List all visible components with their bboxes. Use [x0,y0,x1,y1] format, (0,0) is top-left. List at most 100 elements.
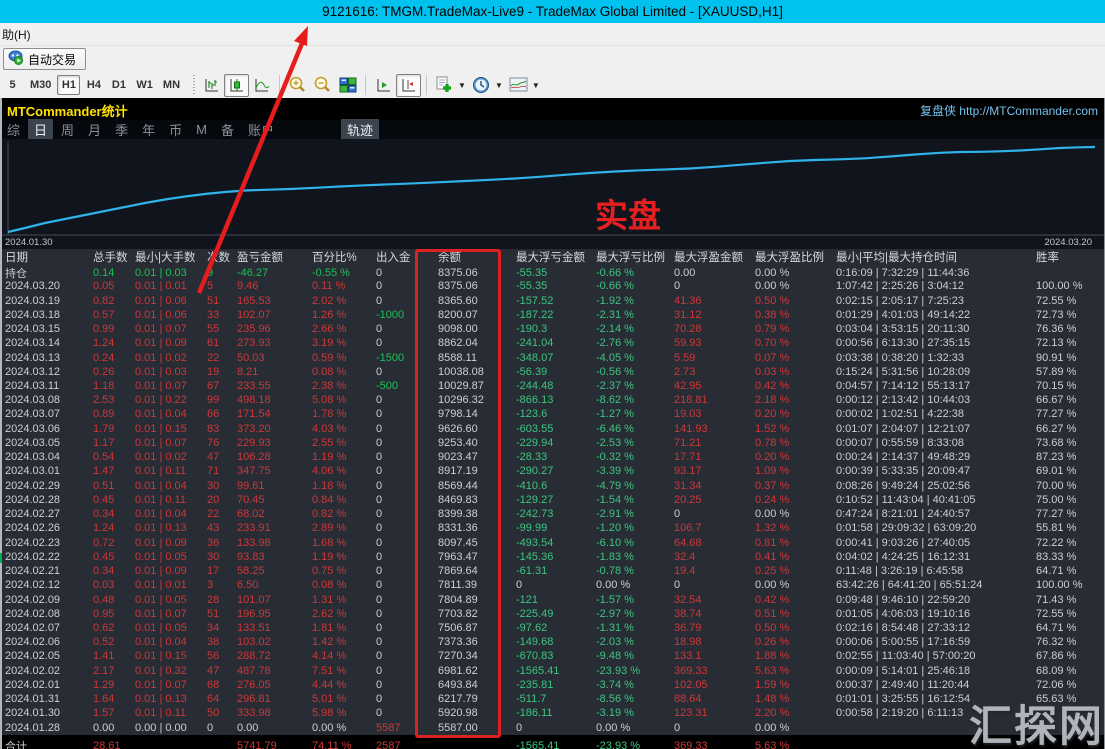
timeframe-button-H1[interactable]: H1 [57,75,80,95]
cell-inout: -1000 [371,309,433,321]
cell-lots: 0.52 [88,636,130,648]
timeframe-button-5[interactable]: 5 [1,75,24,95]
toolbar-grip[interactable] [193,75,195,95]
cell-pnl: 103.02 [232,636,307,648]
panel-tab-5[interactable]: 年 [136,119,161,140]
cell-pnl: 498.18 [232,394,307,406]
cell-win: 72.73 % [1031,309,1105,321]
bar-chart-icon[interactable] [199,74,224,97]
cell-win: 72.55 % [1031,608,1105,620]
chart-shift-icon[interactable] [396,74,421,97]
cell-minmax: 0.01 | 0.07 [130,679,202,691]
auto-scroll-icon[interactable] [371,74,396,97]
cell-fpp: 0.00 % [750,722,831,734]
table-row: 2024.03.040.540.01 | 0.0247106.281.19 %0… [0,450,1105,464]
cell-win: 67.86 % [1031,650,1105,662]
cell-hold: 0:03:04 | 3:53:15 | 20:11:30 [831,323,1031,335]
cell-date: 2024.03.20 [0,280,88,292]
panel-tab-8[interactable]: 备 [215,119,240,140]
toolbar-separator [365,75,366,95]
cell-minmax: 0.01 | 0.03 [130,267,202,279]
panel-tab-4[interactable]: 季 [109,119,134,140]
cell-pct: 2.62 % [307,608,371,620]
cell-balance: 6493.84 [433,679,511,691]
timeframe-button-W1[interactable]: W1 [132,75,157,95]
cell-hold: 0:09:48 | 9:46:10 | 22:59:20 [831,594,1031,606]
templates-dropdown-icon[interactable]: ▼ [532,81,540,90]
column-header: 最大浮亏比例 [591,249,669,265]
cell-flp: -1.31 % [591,622,669,634]
periods-dropdown-icon[interactable]: ▼ [495,81,503,90]
cell-fl: -129.27 [511,494,591,506]
timeframe-button-D1[interactable]: D1 [107,75,130,95]
cell-lots: 0.05 [88,280,130,292]
panel-link[interactable]: 复盘侠 http://MTCommander.com [920,102,1098,119]
cell-fp: 0 [669,508,750,520]
cell-pct: 0.75 % [307,565,371,577]
cell-date: 2024.03.14 [0,337,88,349]
cell-count: 51 [202,295,232,307]
cell-count: 22 [202,508,232,520]
cell-fp: 19.03 [669,408,750,420]
cell-date: 2024.02.21 [0,565,88,577]
table-row: 2024.02.051.410.01 | 0.1556288.724.14 %0… [0,649,1105,663]
cell-date: 2024.02.05 [0,650,88,662]
cell-minmax: 0.01 | 0.06 [130,295,202,307]
timeframe-button-MN[interactable]: MN [159,75,184,95]
templates-icon[interactable] [506,74,531,97]
panel-tab-1[interactable]: 日 [28,119,53,140]
cell-fpp: 5.63 % [750,740,831,749]
cell-balance: 8469.83 [433,494,511,506]
candlestick-icon[interactable] [224,74,249,97]
cell-hold: 0:15:24 | 5:31:56 | 10:28:09 [831,366,1031,378]
menu-help[interactable]: 助(H) [2,26,31,43]
cell-fl: -511.7 [511,693,591,705]
timeframe-button-M30[interactable]: M30 [26,75,55,95]
indicators-dropdown-icon[interactable]: ▼ [458,81,466,90]
panel-tab-2[interactable]: 周 [55,119,80,140]
cell-pct: 4.03 % [307,423,371,435]
panel-tab-6[interactable]: 币 [163,119,188,140]
cell-pct: 2.02 % [307,295,371,307]
cell-balance: 10029.87 [433,380,511,392]
cell-minmax: 0.01 | 0.09 [130,337,202,349]
periods-icon[interactable] [469,74,494,97]
panel-tab-9[interactable]: 账户 [242,119,280,140]
cell-date: 合计 [0,738,88,749]
zoom-in-icon[interactable] [285,74,310,97]
cell-fp: 133.1 [669,650,750,662]
indicators-icon[interactable] [432,74,457,97]
cell-pnl: 5741.79 [232,740,307,749]
cell-fl: -56.39 [511,366,591,378]
cell-hold: 0:00:41 | 9:03:26 | 27:40:05 [831,537,1031,549]
cell-fl: -242.73 [511,508,591,520]
cell-lots: 0.62 [88,622,130,634]
panel-tab-7[interactable]: M [190,121,213,138]
cell-fpp: 0.50 % [750,622,831,634]
cell-fp: 0 [669,722,750,734]
cell-inout: 0 [371,451,433,463]
cell-win: 66.67 % [1031,394,1105,406]
cell-fp: 18.98 [669,636,750,648]
autotrading-button[interactable]: 自动交易 [3,48,86,70]
timeframe-button-H4[interactable]: H4 [82,75,105,95]
panel-tab-3[interactable]: 月 [82,119,107,140]
line-chart-icon[interactable] [249,74,274,97]
cell-hold: 0:04:57 | 7:14:12 | 55:13:17 [831,380,1031,392]
cell-fl: -1565.41 [511,665,591,677]
tile-windows-icon[interactable] [335,74,360,97]
cell-flp: -0.66 % [591,280,669,292]
cell-date: 2024.02.07 [0,622,88,634]
cell-inout: -1500 [371,352,433,364]
panel-tab-0[interactable]: 综 [1,119,26,140]
table-row: 2024.03.111.180.01 | 0.0767233.552.38 %-… [0,379,1105,393]
window-titlebar[interactable]: 9121616: TMGM.TradeMax-Live9 - TradeMax … [0,0,1105,23]
toolbar-separator [279,75,280,95]
table-row: 2024.03.200.050.01 | 0.0159.460.11 %0837… [0,279,1105,293]
cell-hold: 0:00:09 | 5:14:01 | 25:46:18 [831,665,1031,677]
cell-inout: 0 [371,650,433,662]
cell-inout: 0 [371,622,433,634]
cell-flp: -0.32 % [591,451,669,463]
zoom-out-icon[interactable] [310,74,335,97]
panel-tab-trace[interactable]: 轨迹 [341,119,379,140]
